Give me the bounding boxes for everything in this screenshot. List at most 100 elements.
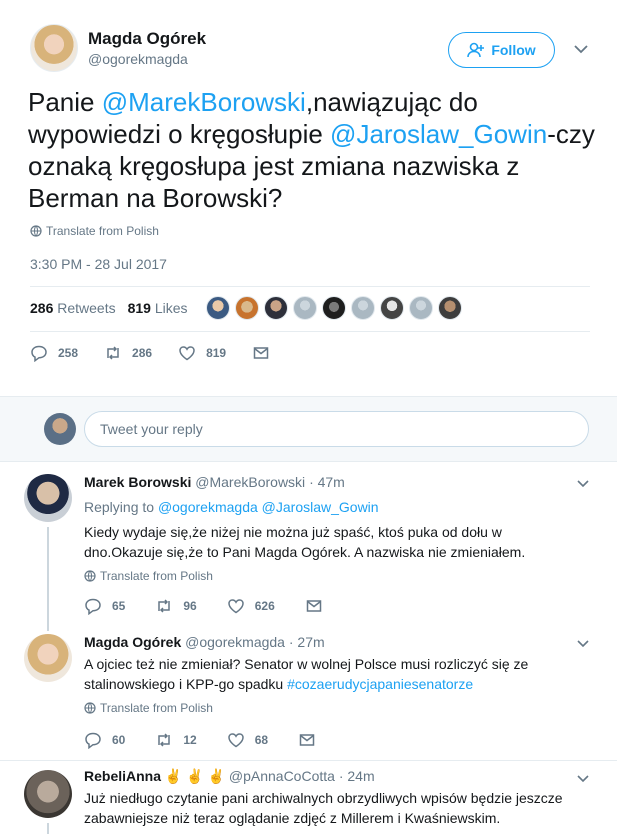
translate-label: Translate from Polish xyxy=(46,224,159,238)
chevron-down-icon[interactable] xyxy=(576,771,590,785)
retweet-count: 12 xyxy=(183,733,197,747)
reply-text: A ojciec też nie zmieniał? Senator w wol… xyxy=(84,654,584,694)
liker-avatar[interactable] xyxy=(206,296,230,320)
likes-label: Likes xyxy=(154,300,188,316)
reply-author-name[interactable]: RebeliAnna xyxy=(84,768,161,784)
reply-time[interactable]: · 24m xyxy=(339,768,375,784)
translate-link[interactable]: Translate from Polish xyxy=(84,701,213,715)
tweet-timestamp[interactable]: 3:30 PM - 28 Jul 2017 xyxy=(30,256,167,272)
mention-link[interactable]: @Jaroslaw_Gowin xyxy=(330,119,547,149)
reply-author-name[interactable]: Magda Ogórek xyxy=(84,634,181,650)
reply-header: RebeliAnna ✌ ✌ ✌ @pAnnaCoCotta · 24m xyxy=(84,768,375,785)
retweet-action[interactable]: 286 xyxy=(104,344,152,362)
retweet-icon xyxy=(107,346,119,360)
message-action[interactable] xyxy=(305,597,323,615)
chevron-down-icon[interactable] xyxy=(576,636,590,650)
reply-icon xyxy=(85,732,101,749)
reply-action[interactable]: 60 xyxy=(84,731,125,749)
victory-hand-emoji: ✌ ✌ ✌ xyxy=(164,768,225,784)
follow-button[interactable]: Follow xyxy=(448,32,555,68)
retweet-icon xyxy=(158,733,171,747)
reply-time[interactable]: · 47m xyxy=(309,474,345,490)
reply-author-name[interactable]: Marek Borowski xyxy=(84,474,191,490)
like-count: 68 xyxy=(254,733,269,747)
translate-link[interactable]: Translate from Polish xyxy=(84,569,213,583)
thread-line xyxy=(47,823,49,834)
reply-author-handle[interactable]: @ogorekmagda xyxy=(185,634,285,650)
mention-link[interactable]: @MarekBorowski xyxy=(102,87,306,117)
liker-avatar[interactable] xyxy=(351,296,375,320)
reply-input[interactable]: Tweet your reply xyxy=(84,411,589,447)
main-tweet: Magda Ogórek @ogorekmagda Follow Panie @… xyxy=(0,0,617,396)
liker-avatar[interactable] xyxy=(409,296,433,320)
reply-tweet: Magda Ogórek @ogorekmagda · 27m A ojciec… xyxy=(0,630,617,762)
translate-label: Translate from Polish xyxy=(100,701,213,715)
tweet-text: Panie @MarekBorowski,nawiązując do wypow… xyxy=(28,86,603,214)
replying-to-handles[interactable]: @ogorekmagda @Jaroslaw_Gowin xyxy=(158,499,379,515)
reply-tweet: Marek Borowski @MarekBorowski · 47m Repl… xyxy=(0,462,617,630)
reply-avatar[interactable] xyxy=(24,770,72,818)
envelope-icon xyxy=(299,734,315,746)
heart-icon xyxy=(179,346,195,361)
liker-avatar[interactable] xyxy=(438,296,462,320)
reply-action[interactable]: 258 xyxy=(30,344,78,362)
message-action[interactable] xyxy=(298,731,316,749)
liker-avatar[interactable] xyxy=(380,296,404,320)
liker-avatar[interactable] xyxy=(293,296,317,320)
reply-tweet: RebeliAnna ✌ ✌ ✌ @pAnnaCoCotta · 24m Już… xyxy=(0,761,617,834)
reply-time[interactable]: · 27m xyxy=(289,634,325,650)
reply-action[interactable]: 65 xyxy=(84,597,125,615)
reply-icon xyxy=(31,345,47,362)
author-handle[interactable]: @ogorekmagda xyxy=(88,51,188,67)
globe-icon xyxy=(30,225,42,237)
divider xyxy=(30,286,590,287)
like-action[interactable]: 68 xyxy=(227,731,268,749)
retweets-stat[interactable]: 286 Retweets xyxy=(30,300,116,316)
reply-actions: 60 12 68 xyxy=(84,731,346,749)
liker-avatar[interactable] xyxy=(322,296,346,320)
translate-link[interactable]: Translate from Polish xyxy=(30,224,159,238)
retweet-icon xyxy=(158,599,171,613)
reply-avatar[interactable] xyxy=(24,634,72,682)
liker-avatar[interactable] xyxy=(264,296,288,320)
reply-header: Marek Borowski @MarekBorowski · 47m xyxy=(84,474,345,490)
reply-author-handle[interactable]: @pAnnaCoCotta xyxy=(229,768,335,784)
like-action[interactable]: 626 xyxy=(227,597,275,615)
likes-count: 819 xyxy=(127,300,151,316)
like-action[interactable]: 819 xyxy=(178,344,226,362)
chevron-down-icon[interactable] xyxy=(576,476,590,490)
reply-text: Już niedługo czytanie pani archiwalnych … xyxy=(84,790,563,826)
reply-count: 258 xyxy=(58,346,79,360)
reply-count: 60 xyxy=(112,733,126,747)
translate-label: Translate from Polish xyxy=(100,569,213,583)
retweet-action[interactable]: 96 xyxy=(155,597,197,615)
retweets-count: 286 xyxy=(30,300,54,316)
globe-icon xyxy=(84,702,96,714)
retweets-label: Retweets xyxy=(57,300,116,316)
liker-avatars xyxy=(206,296,462,320)
retweet-action[interactable]: 12 xyxy=(155,731,197,749)
likes-stat[interactable]: 819 Likes xyxy=(128,300,188,316)
text-part: Panie xyxy=(28,87,102,117)
envelope-icon xyxy=(253,347,269,359)
follow-label: Follow xyxy=(491,42,536,58)
reply-avatar[interactable] xyxy=(24,474,72,522)
like-count: 819 xyxy=(206,346,227,360)
tweet-actions: 258 286 819 xyxy=(30,344,296,362)
author-name[interactable]: Magda Ogórek xyxy=(88,29,206,49)
message-action[interactable] xyxy=(252,344,270,362)
divider xyxy=(30,331,590,332)
globe-icon xyxy=(84,570,96,582)
author-avatar[interactable] xyxy=(30,24,78,72)
hashtag-link[interactable]: #cozaerudycjapaniesenatorze xyxy=(287,676,473,692)
reply-icon xyxy=(85,598,101,615)
reply-author-handle[interactable]: @MarekBorowski xyxy=(195,474,305,490)
replying-to-label: Replying to xyxy=(84,499,155,515)
heart-icon xyxy=(227,599,244,614)
heart-icon xyxy=(227,733,244,748)
chevron-down-icon[interactable] xyxy=(572,40,590,58)
reply-header: Magda Ogórek @ogorekmagda · 27m xyxy=(84,634,325,650)
tweet-stats: 286 Retweets 819 Likes xyxy=(30,300,188,316)
user-avatar xyxy=(44,413,76,445)
liker-avatar[interactable] xyxy=(235,296,259,320)
